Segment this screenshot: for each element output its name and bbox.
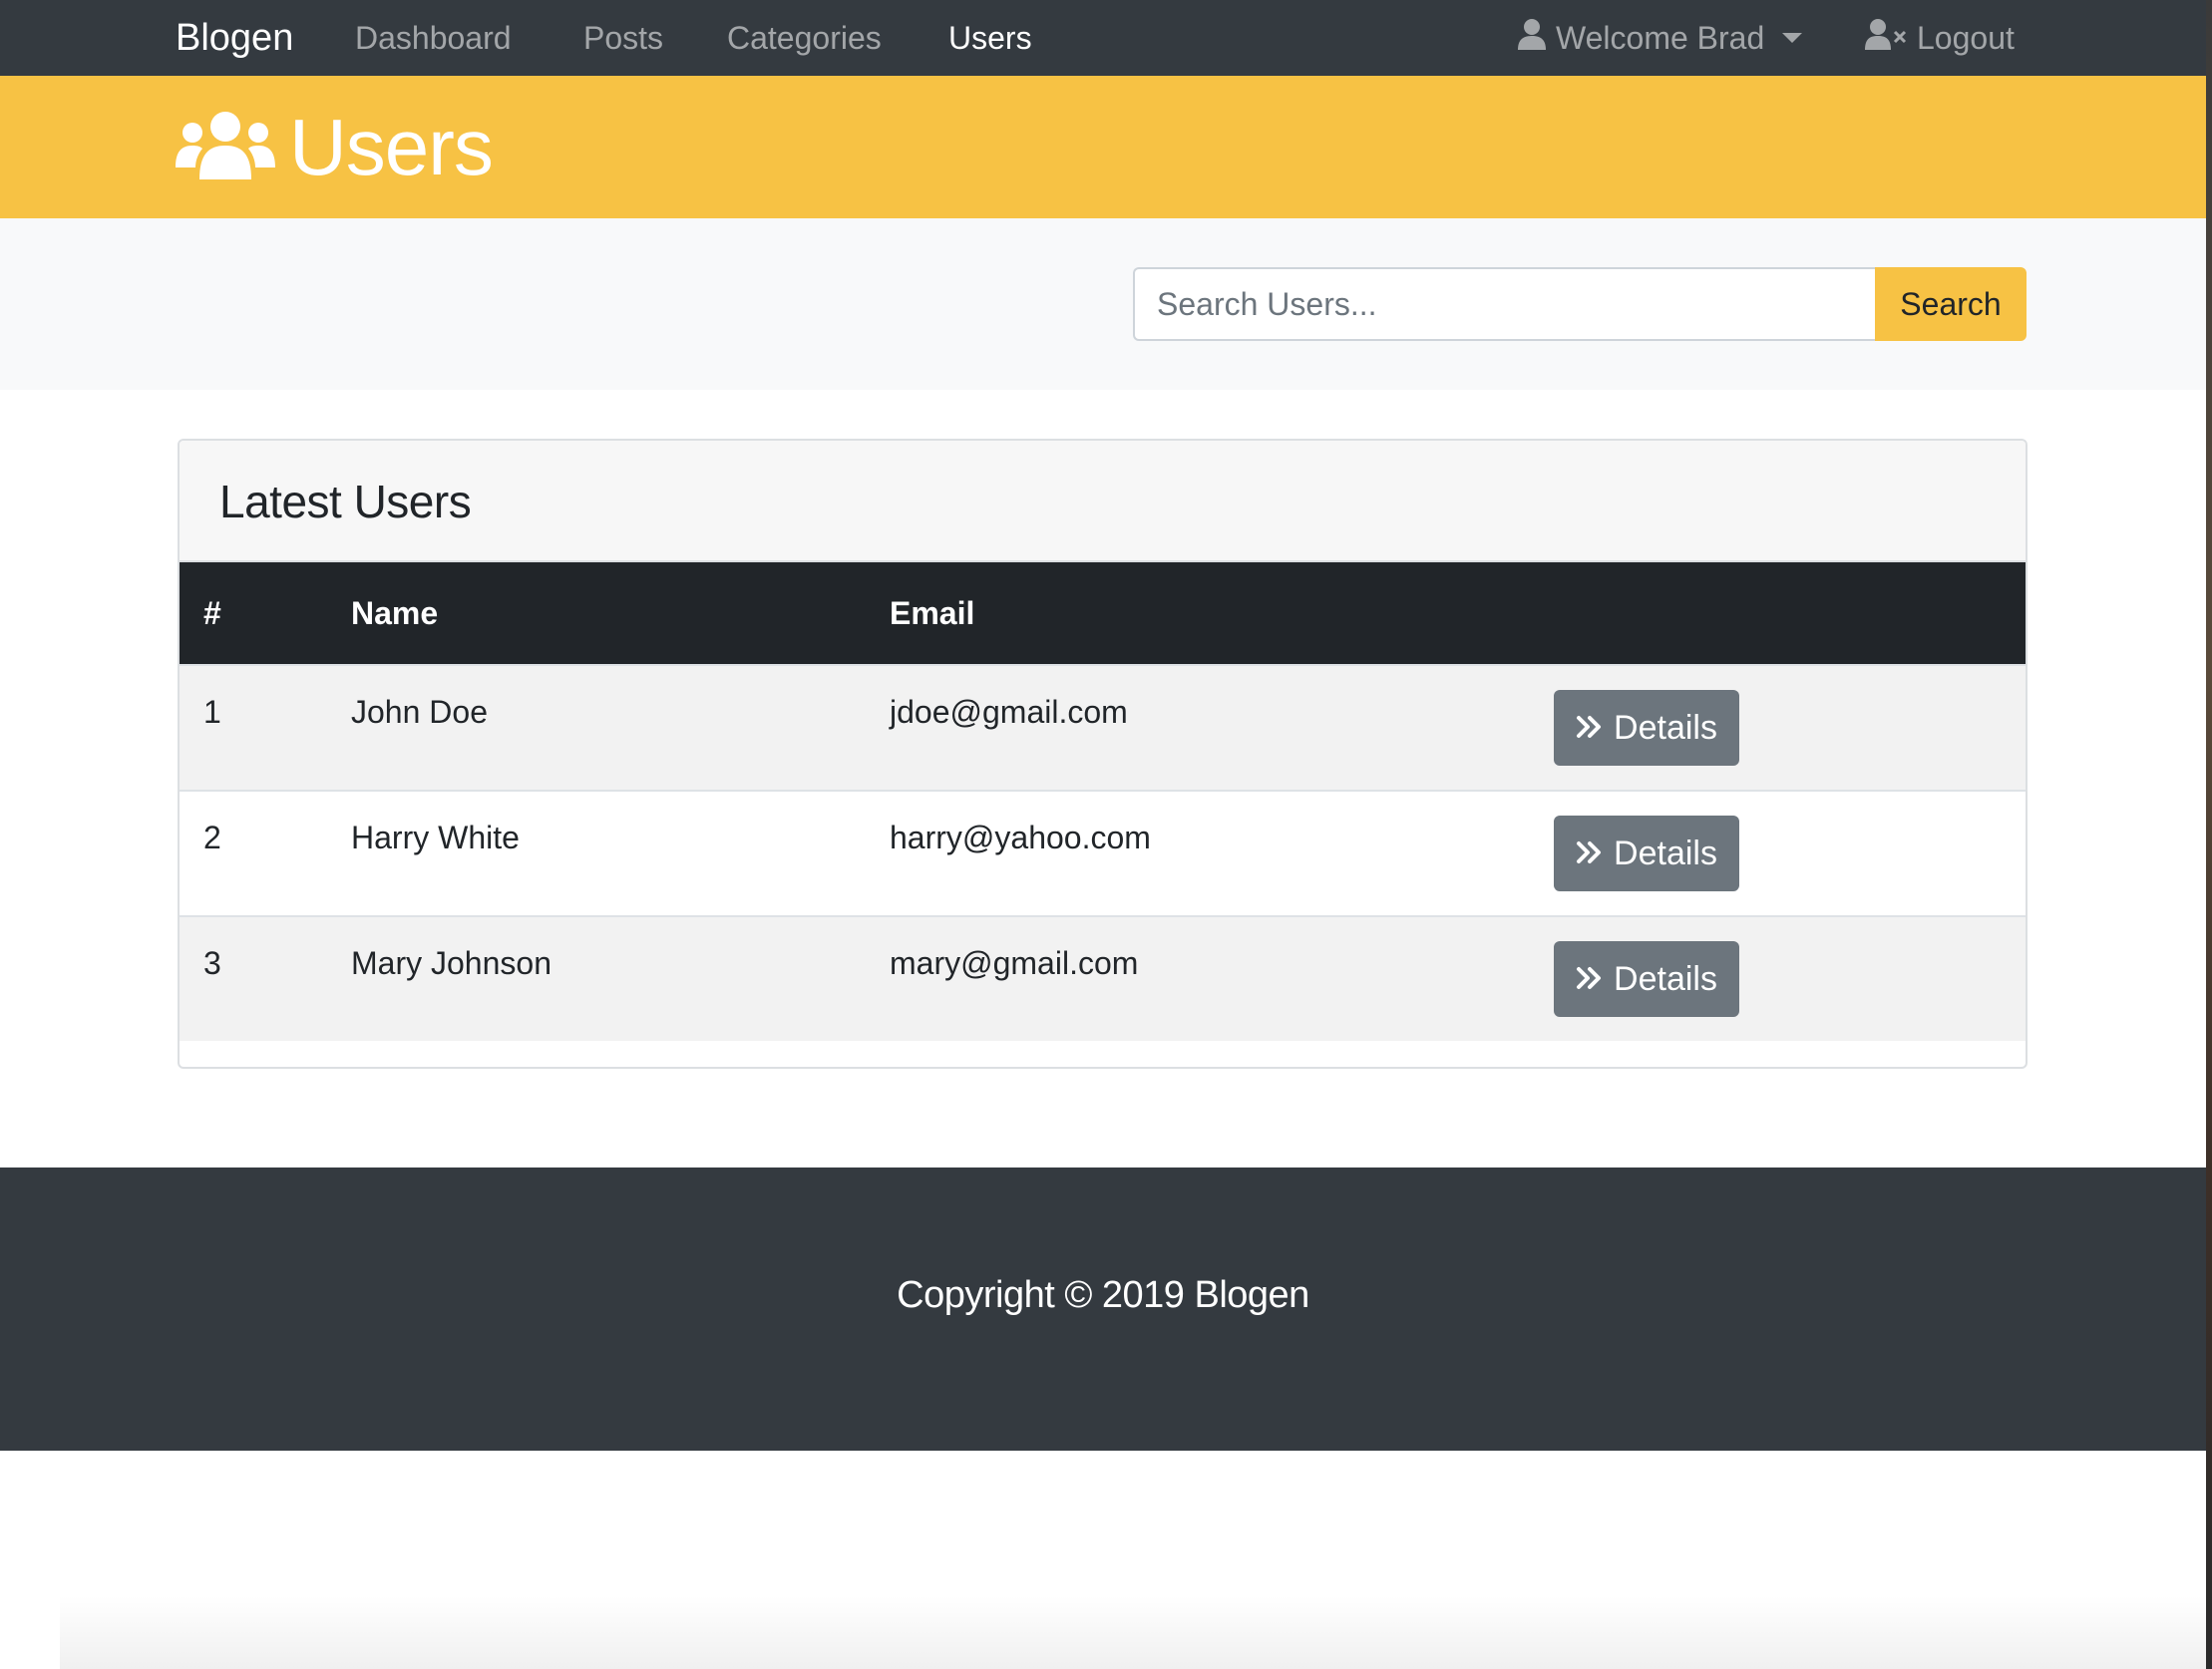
user-email: jdoe@gmail.com	[890, 694, 1128, 730]
page-title: Users	[176, 76, 494, 218]
column-header-email: Email	[890, 595, 975, 631]
caret-down-icon	[1782, 33, 1803, 43]
row-number: 2	[203, 820, 221, 855]
column-header-number: #	[203, 595, 221, 631]
user-times-icon	[1865, 18, 1917, 58]
angle-double-right-icon	[1576, 960, 1614, 999]
brand-logo[interactable]: Blogen	[176, 0, 293, 76]
user-dropdown[interactable]: Welcome Brad	[1518, 0, 1803, 76]
column-header-name: Name	[351, 595, 439, 631]
nav-link-categories[interactable]: Categories	[727, 0, 882, 76]
window-edge	[2206, 0, 2212, 1669]
nav-link-users[interactable]: Users	[948, 0, 1032, 76]
user-icon	[1518, 18, 1556, 58]
latest-users-card: Latest Users # Name Email 1 John Doe jdo…	[178, 439, 2028, 1069]
details-button-label: Details	[1614, 708, 1717, 747]
details-button-label: Details	[1614, 959, 1717, 998]
search-button[interactable]: Search	[1875, 267, 2027, 341]
navbar: Blogen Dashboard Posts Categories Users …	[0, 0, 2206, 76]
user-email: harry@yahoo.com	[890, 820, 1151, 855]
user-name: Harry White	[351, 820, 520, 855]
user-name: Mary Johnson	[351, 945, 552, 981]
user-name: John Doe	[351, 694, 488, 730]
table-row: 2 Harry White harry@yahoo.com Details	[180, 790, 2026, 915]
table-header: # Name Email	[180, 562, 2026, 664]
users-icon	[176, 110, 275, 184]
details-button-label: Details	[1614, 834, 1717, 872]
table-row: 1 John Doe jdoe@gmail.com Details	[180, 664, 2026, 790]
details-button[interactable]: Details	[1554, 816, 1739, 891]
user-email: mary@gmail.com	[890, 945, 1139, 981]
search-input[interactable]	[1133, 267, 1875, 341]
card-header: Latest Users	[180, 441, 2026, 562]
card-title: Latest Users	[219, 476, 472, 527]
page-header: Users	[0, 76, 2206, 218]
logout-link[interactable]: Logout	[1865, 0, 2015, 76]
logout-label: Logout	[1917, 19, 2015, 56]
page: Blogen Dashboard Posts Categories Users …	[0, 0, 2212, 1669]
row-number: 1	[203, 694, 221, 730]
copyright-text: Copyright © 2019 Blogen	[897, 1274, 1309, 1316]
footer: Copyright © 2019 Blogen	[0, 1168, 2206, 1451]
angle-double-right-icon	[1576, 834, 1614, 873]
window-shadow	[60, 1595, 2206, 1669]
table-row: 3 Mary Johnson mary@gmail.com Details	[180, 915, 2026, 1041]
angle-double-right-icon	[1576, 709, 1614, 748]
user-menu-label: Welcome Brad	[1556, 19, 1765, 56]
details-button[interactable]: Details	[1554, 941, 1739, 1017]
details-button[interactable]: Details	[1554, 690, 1739, 766]
page-title-text: Users	[289, 102, 494, 191]
nav-link-posts[interactable]: Posts	[583, 0, 663, 76]
nav-link-dashboard[interactable]: Dashboard	[355, 0, 512, 76]
row-number: 3	[203, 945, 221, 981]
